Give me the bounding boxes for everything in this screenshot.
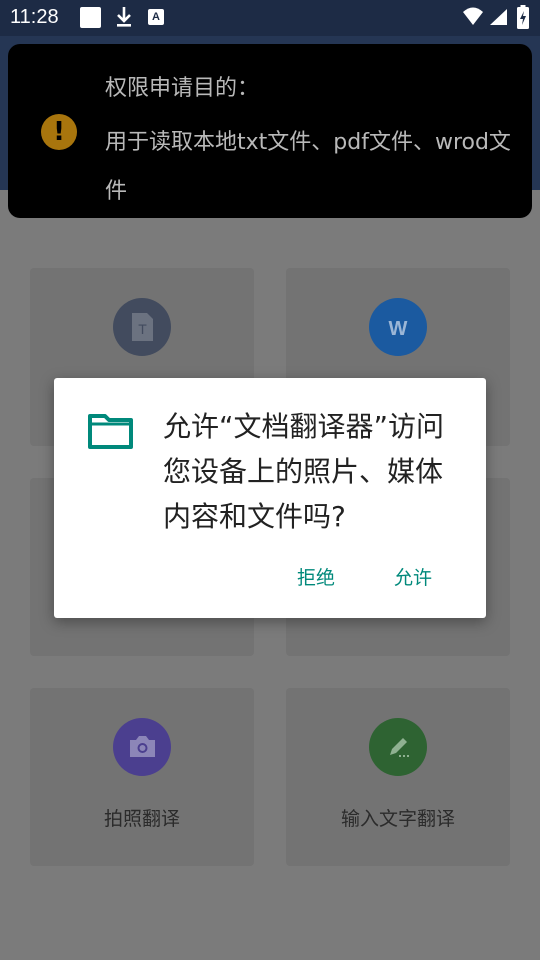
deny-button[interactable]: 拒绝 [297,563,335,590]
warning-icon: ! [41,114,77,150]
dialog-message: 允许“文档翻译器”访问您设备上的照片、媒体内容和文件吗? [163,410,445,533]
notification-square-icon [80,7,101,28]
toast-message: 用于读取本地txt文件、pdf文件、wrod文件 [105,130,511,204]
card-label: 拍照翻译 [103,808,180,830]
notification-a-icon: A [148,9,164,25]
signal-icon [490,9,507,25]
card-label: 输入文字翻译 [340,808,455,830]
battery-icon [517,5,529,29]
permission-dialog: 允许“文档翻译器”访问您设备上的照片、媒体内容和文件吗? 拒绝 允许 [54,378,486,618]
pencil-icon [369,718,427,776]
svg-text:T: T [138,321,147,337]
status-bar: 11:28 A [0,0,540,36]
status-time: 11:28 [10,6,59,28]
folder-icon [88,414,133,449]
svg-text:W: W [389,318,408,340]
camera-icon [113,718,171,776]
card-photo-translate[interactable]: 拍照翻译 [30,688,254,866]
permission-purpose-toast: ! 权限申请目的： 用于读取本地txt文件、pdf文件、wrod文件 [8,44,532,218]
toast-title: 权限申请目的： [105,76,260,101]
allow-button[interactable]: 允许 [394,563,432,590]
wifi-icon [463,7,483,25]
download-icon [117,7,131,27]
card-text-translate[interactable]: 输入文字翻译 [286,688,510,866]
word-icon: W [369,298,427,356]
text-file-icon: T [113,298,171,356]
